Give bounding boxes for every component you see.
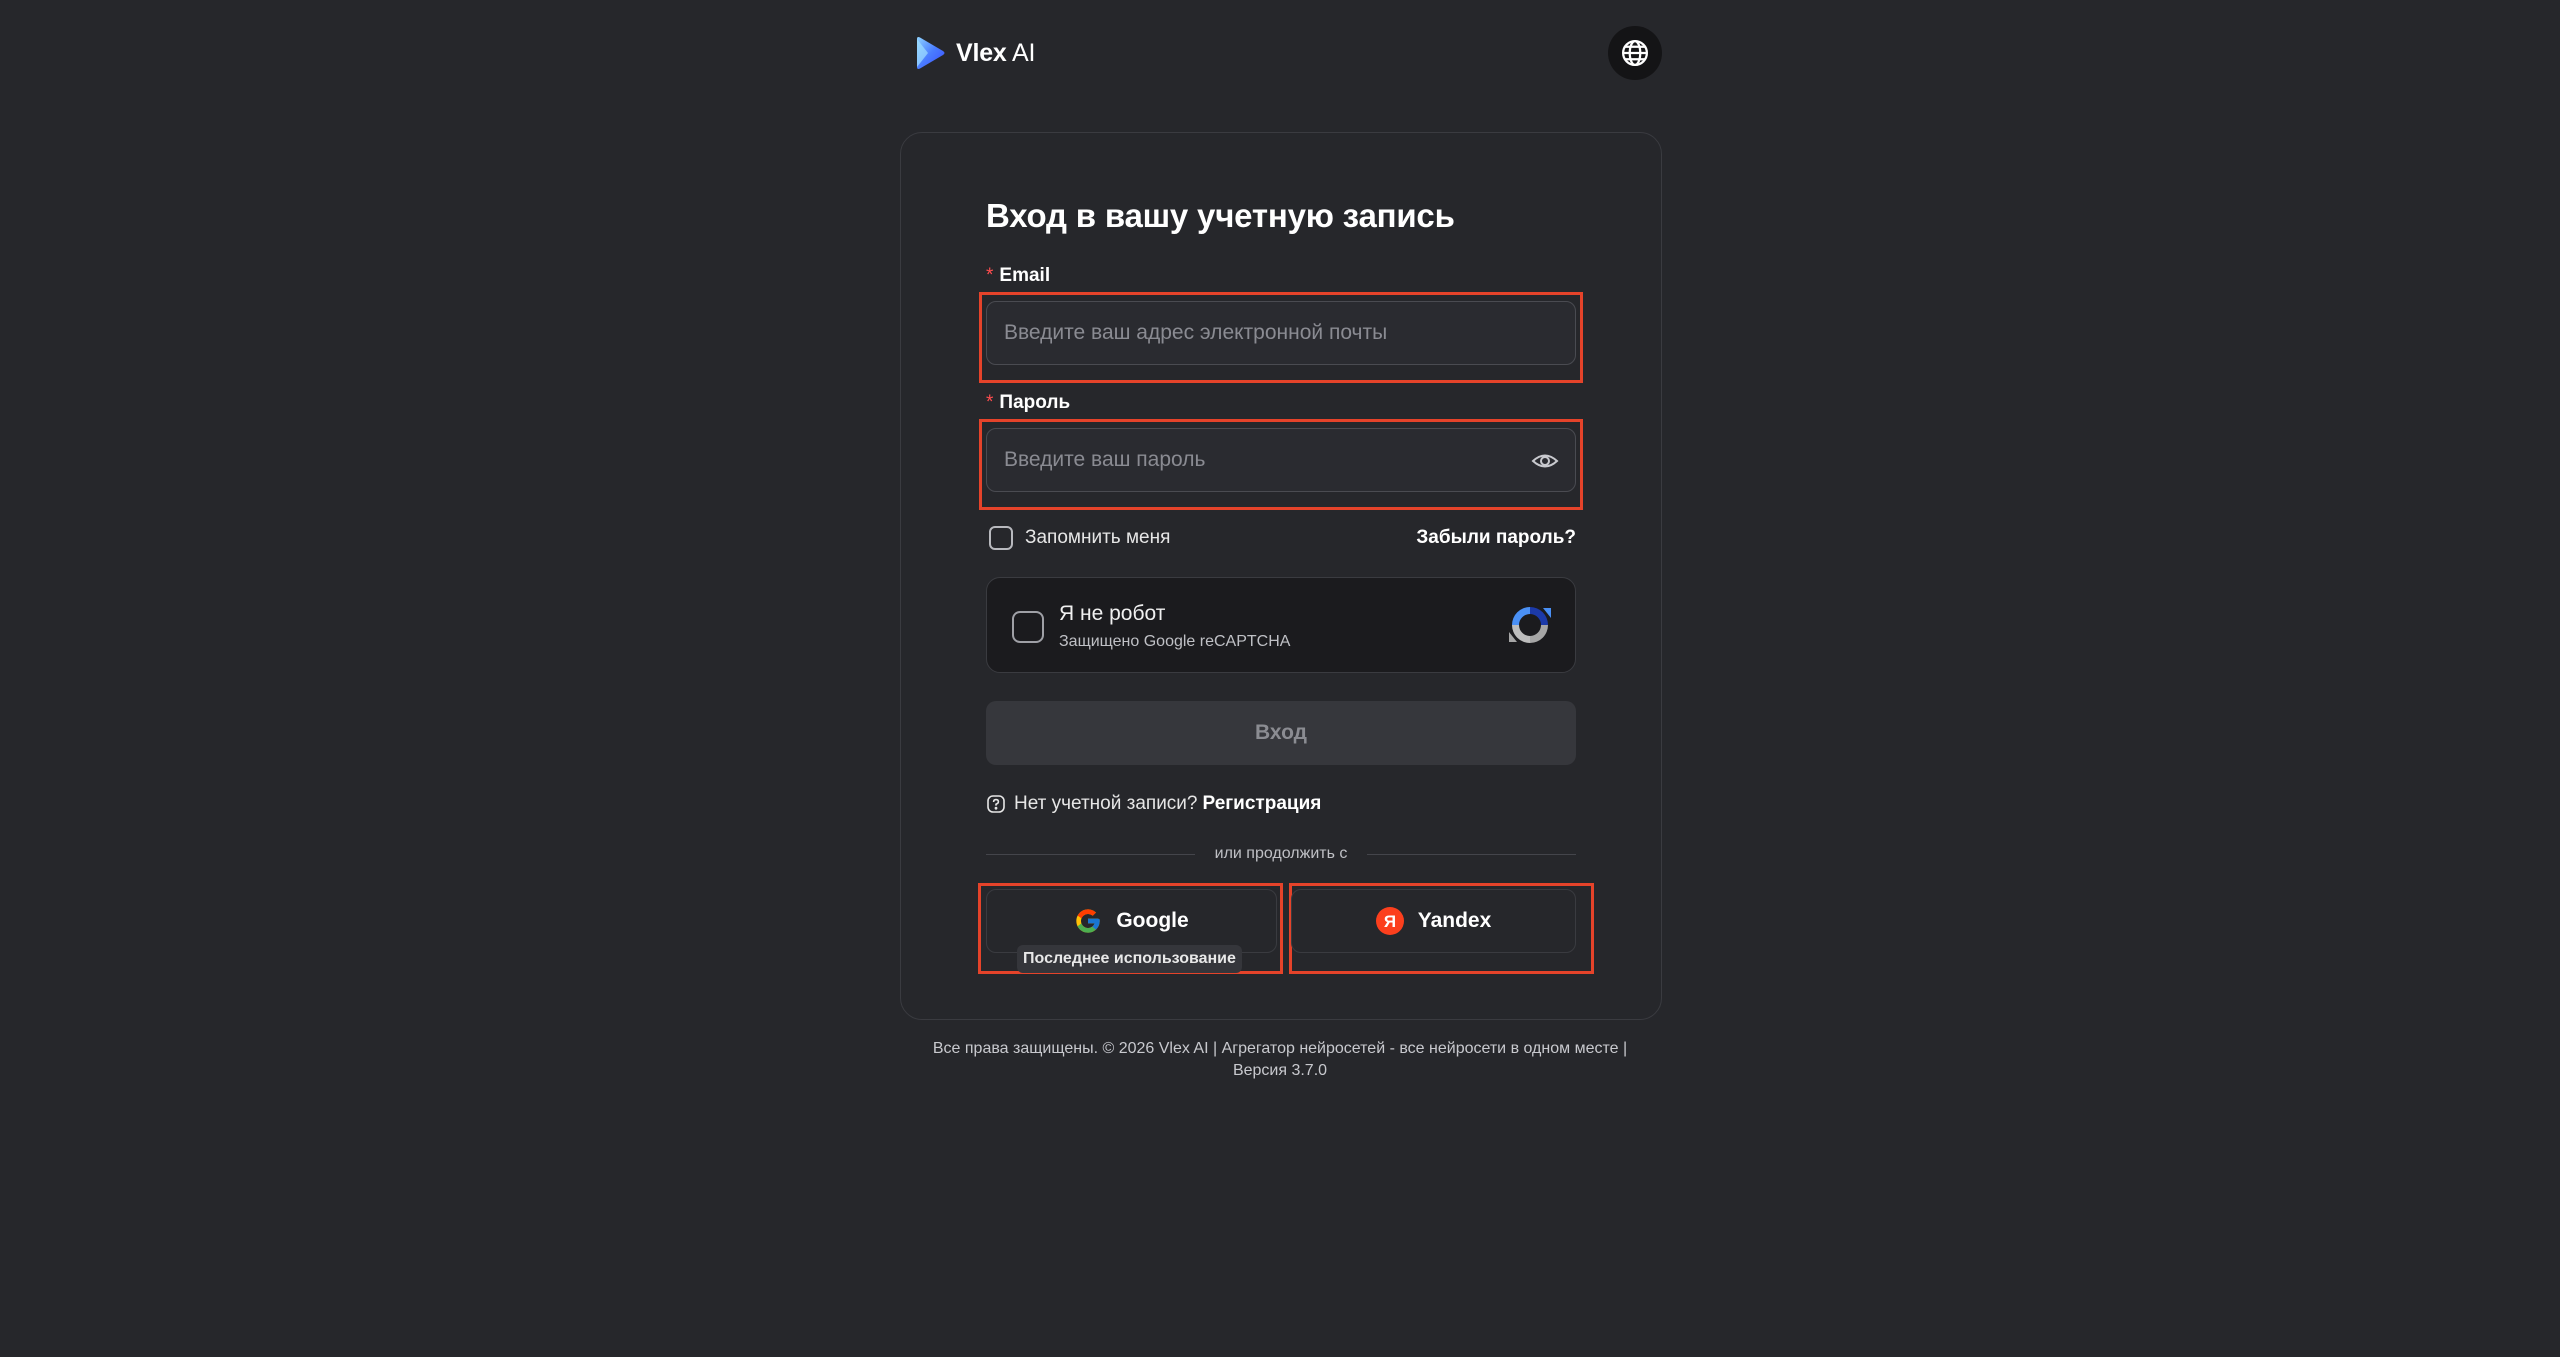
header: Vlex AI [900, 26, 1662, 82]
required-mark: * [986, 392, 994, 413]
brand-suffix: AI [1012, 38, 1036, 67]
email-input[interactable] [1004, 321, 1524, 345]
brand-name: Vlex [956, 38, 1007, 67]
login-card: Вход в вашу учетную запись *Email *Парол… [900, 132, 1662, 1020]
remember-checkbox-box[interactable] [989, 526, 1013, 550]
required-mark: * [986, 265, 994, 286]
yandex-login-button[interactable]: Я Yandex [1291, 889, 1576, 953]
remember-row: Запомнить меня Забыли пароль? [986, 523, 1576, 553]
logo-text: Vlex AI [956, 39, 1035, 68]
recaptcha-checkbox[interactable] [1012, 611, 1044, 643]
footer-version: Версия 3.7.0 [1232, 1062, 1328, 1079]
language-button[interactable] [1608, 26, 1662, 80]
remember-label: Запомнить меня [1025, 527, 1171, 548]
email-label: * Email [986, 265, 1576, 287]
recaptcha-widget: Я не робот Защищено Google reCAPTCHA [986, 577, 1576, 673]
vlex-logo-icon [917, 37, 945, 69]
divider-line-right [1367, 853, 1577, 855]
google-label: Google [1116, 909, 1189, 932]
divider-line-left [986, 853, 1195, 855]
remember-me-checkbox[interactable]: Запомнить меня [986, 526, 1170, 550]
google-login-button[interactable]: Google [986, 889, 1277, 953]
password-label: * Пароль [986, 392, 1576, 414]
yandex-icon: Я [1375, 907, 1404, 935]
email-field[interactable] [986, 301, 1576, 365]
email-label-text: Email [999, 265, 1051, 286]
eye-icon[interactable] [1531, 449, 1559, 473]
register-link[interactable]: Регистрация [1203, 793, 1322, 815]
page-title: Вход в вашу учетную запись [986, 197, 1455, 234]
divider: или продолжить с [986, 842, 1577, 866]
recaptcha-subtitle: Защищено Google reCAPTCHA [1059, 633, 1291, 650]
last-used-badge: Последнее использование [1017, 945, 1242, 973]
password-label-text: Пароль [999, 392, 1071, 413]
recaptcha-logo-icon [1509, 607, 1551, 643]
recaptcha-title: Я не робот [1059, 602, 1166, 625]
google-icon [1076, 909, 1100, 933]
divider-text: или продолжить с [1214, 845, 1348, 862]
login-submit-button[interactable]: Вход [986, 701, 1576, 765]
question-circle-icon [987, 795, 1005, 813]
footer: Все права защищены. © 2026 Vlex AI | Агр… [880, 1038, 1680, 1082]
logo[interactable]: Vlex AI [914, 36, 1035, 70]
footer-copyright: Все права защищены. © 2026 Vlex AI | Агр… [932, 1040, 1628, 1057]
globe-icon [1622, 40, 1648, 66]
yandex-glyph: Я [1384, 912, 1396, 931]
password-field[interactable] [986, 428, 1576, 492]
register-prompt: Нет учетной записи? Регистрация [986, 790, 1576, 818]
password-input[interactable] [1004, 448, 1524, 472]
yandex-label: Yandex [1417, 909, 1492, 932]
no-account-text: Нет учетной записи? [1014, 793, 1198, 814]
forgot-password-link[interactable]: Забыли пароль? [1416, 527, 1576, 549]
